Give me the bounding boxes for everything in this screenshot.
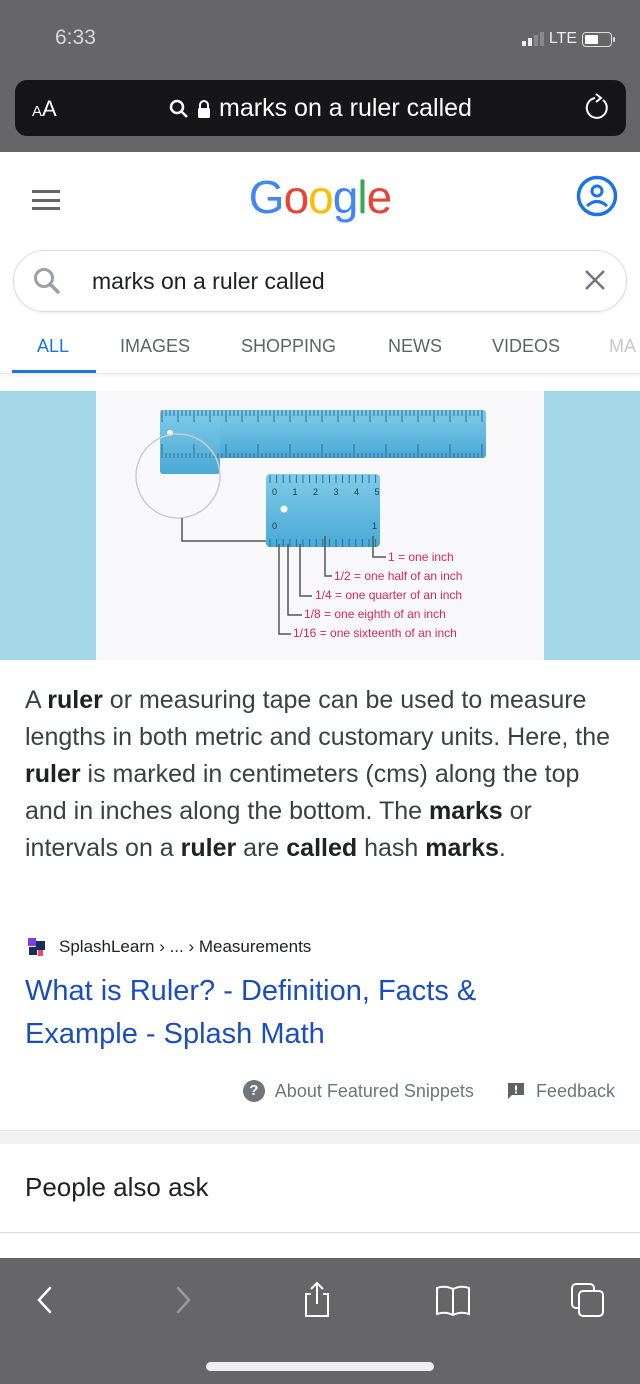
snippet-bold-term: ruler — [180, 834, 237, 862]
url-text: marks on a ruler called — [219, 94, 472, 122]
logo-letter: o — [308, 171, 334, 223]
google-results-page: Google marks on a ruler called ALL IMAGE… — [0, 152, 640, 1258]
battery-icon — [582, 31, 615, 47]
share-icon[interactable] — [297, 1280, 337, 1320]
search-tabs: ALL IMAGES SHOPPING NEWS VIDEOS MA — [0, 322, 640, 374]
logo-letter: l — [357, 171, 367, 223]
search-box[interactable]: marks on a ruler called — [13, 250, 627, 312]
home-indicator[interactable] — [206, 1362, 434, 1371]
logo-letter: e — [366, 171, 393, 223]
status-indicators: LTE — [521, 30, 615, 48]
ruler-number: 5 — [375, 487, 380, 497]
status-time: 6:33 — [55, 26, 96, 49]
google-header: Google — [0, 152, 640, 247]
result-title-link[interactable]: What is Ruler? - Definition, Facts & Exa… — [25, 970, 585, 1056]
search-input[interactable]: marks on a ruler called — [92, 268, 325, 295]
people-also-ask-heading: People also ask — [25, 1172, 209, 1202]
source-breadcrumb: › ... › Measurements — [154, 937, 312, 956]
ruler-number: 1 — [293, 487, 298, 497]
logo-letter: g — [332, 171, 359, 223]
tabs-icon[interactable] — [568, 1280, 608, 1320]
help-icon[interactable]: ? — [242, 1080, 265, 1102]
address-bar[interactable]: AA marks on a ruler called — [15, 80, 626, 136]
ruler-number: 0 — [272, 487, 277, 497]
ruler-illustration: 0 1 2 3 4 5 0 1 1 = one inch 1/2 = one half of a… — [135, 410, 486, 640]
tab-shopping[interactable]: SHOPPING — [241, 336, 336, 357]
snippet-bold-term: marks — [428, 797, 503, 825]
back-icon[interactable] — [26, 1280, 66, 1320]
network-label: LTE — [548, 30, 577, 47]
result-source[interactable]: SplashLearn › ... › Measurements — [25, 935, 311, 959]
snippet-bold-term: called — [286, 834, 358, 862]
featured-image[interactable]: 0 1 2 3 4 5 0 1 1 = one inch 1/2 = one half of a… — [0, 391, 640, 660]
ruler-callout-label: 1 = one inch — [388, 550, 454, 564]
browser-address-area: AA marks on a ruler called — [0, 80, 640, 152]
forward-icon[interactable] — [162, 1280, 202, 1320]
logo-letter: G — [248, 171, 285, 223]
snippet-bold-term: marks — [425, 834, 499, 862]
tab-videos[interactable]: VIDEOS — [492, 336, 560, 357]
logo-letter: o — [283, 171, 310, 223]
ruler-callout-label: 1/2 = one half of an inch — [334, 569, 462, 583]
search-icon — [169, 99, 188, 118]
tab-all[interactable]: ALL — [37, 336, 69, 357]
snippet-text: A — [25, 686, 48, 714]
feedback-link[interactable]: Feedback — [536, 1081, 615, 1102]
status-bar: 6:33 LTE — [0, 0, 640, 80]
google-logo[interactable]: Google — [0, 170, 640, 224]
url-display[interactable]: marks on a ruler called — [15, 94, 626, 123]
source-site: SplashLearn — [59, 937, 155, 956]
featured-snippet-text: A ruler or measuring tape can be used to… — [25, 682, 625, 867]
snippet-bold-term: ruler — [25, 760, 81, 788]
snippet-bold-term: ruler — [47, 686, 103, 714]
tab-news[interactable]: NEWS — [388, 336, 442, 357]
ruler-callout-label: 1/4 = one quarter of an inch — [315, 588, 462, 602]
ruler-number: 4 — [354, 487, 359, 497]
active-tab-indicator — [12, 370, 96, 373]
section-divider — [0, 1130, 640, 1144]
ruler-diagram: 0 1 2 3 4 5 0 1 1 = one inch 1/2 = one half of a… — [96, 391, 544, 660]
ruler-callout-label: 1/8 = one eighth of an inch — [304, 607, 446, 621]
ruler-number: 2 — [313, 487, 318, 497]
tab-maps[interactable]: MA — [609, 336, 636, 357]
snippet-text: are — [236, 834, 287, 862]
browser-toolbar — [0, 1258, 640, 1384]
snippet-text: hash — [357, 834, 426, 862]
clear-icon[interactable] — [580, 265, 610, 295]
ruler-number: 3 — [334, 487, 339, 497]
snippet-text: . — [498, 834, 506, 862]
reload-icon[interactable] — [582, 92, 612, 122]
about-featured-snippets-link[interactable]: About Featured Snippets — [275, 1081, 474, 1102]
tab-images[interactable]: IMAGES — [120, 336, 190, 357]
snippet-footer: ? About Featured Snippets Feedback — [242, 1080, 615, 1102]
feedback-icon[interactable] — [506, 1081, 526, 1101]
lock-icon — [198, 99, 211, 118]
inch-number: 1 — [372, 521, 377, 531]
ruler-callout-label: 1/16 = one sixteenth of an inch — [293, 626, 457, 640]
splashlearn-favicon — [28, 938, 45, 956]
divider — [0, 1232, 640, 1233]
bookmarks-icon[interactable] — [433, 1280, 473, 1320]
snippet-text: or measuring tape can be used to measure… — [25, 686, 611, 751]
search-icon[interactable] — [32, 266, 62, 296]
inch-number: 0 — [272, 521, 277, 531]
account-icon[interactable] — [576, 175, 618, 217]
signal-icon — [521, 32, 544, 46]
